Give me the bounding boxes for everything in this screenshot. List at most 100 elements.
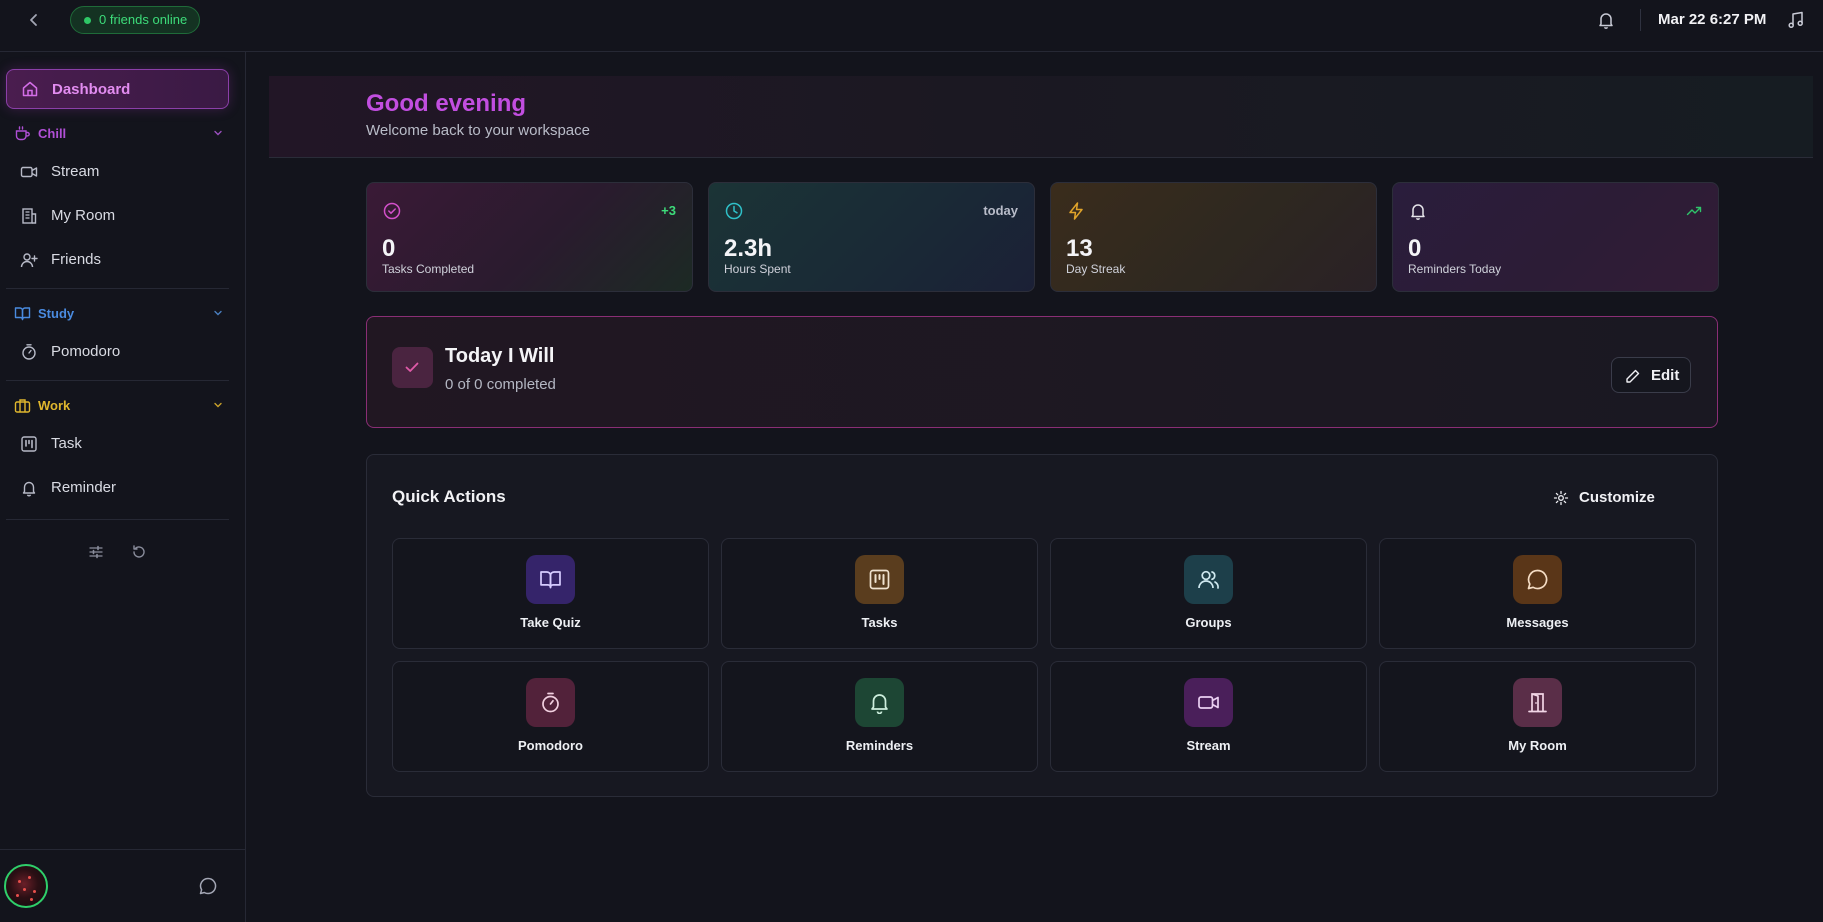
today-title: Today I Will	[445, 345, 555, 367]
stat-caption: Day Streak	[1066, 262, 1126, 276]
greeting-banner: Good evening Welcome back to your worksp…	[269, 76, 1813, 158]
music-note-icon[interactable]	[1786, 10, 1806, 30]
timer-icon	[526, 678, 575, 727]
today-i-will-card: Today I Will 0 of 0 completed Edit	[366, 316, 1718, 428]
section-header-chill[interactable]: Chill	[14, 124, 224, 144]
stat-card-hours-spent[interactable]: today 2.3h Hours Spent	[708, 182, 1035, 292]
book-open-icon	[14, 305, 31, 322]
video-icon	[20, 163, 38, 181]
kanban-icon	[20, 435, 38, 453]
date-time-display: Mar 22 6:27 PM	[1658, 11, 1767, 28]
sidebar-divider	[6, 380, 229, 381]
sidebar-divider	[6, 519, 229, 520]
sidebar-divider	[0, 849, 246, 850]
section-label: Chill	[38, 126, 67, 141]
sidebar-item-stream[interactable]: Stream	[6, 153, 229, 191]
quick-action-take-quiz[interactable]: Take Quiz	[392, 538, 709, 649]
edit-button[interactable]: Edit	[1611, 357, 1691, 393]
check-icon	[392, 347, 433, 388]
stat-caption: Tasks Completed	[382, 262, 475, 276]
sidebar-divider	[6, 288, 229, 289]
chevron-down-icon	[212, 307, 224, 319]
sidebar-item-reminder[interactable]: Reminder	[6, 469, 229, 507]
quick-action-pomodoro[interactable]: Pomodoro	[392, 661, 709, 772]
sidebar-item-task[interactable]: Task	[6, 425, 229, 463]
sidebar-item-label: Friends	[51, 251, 102, 268]
bell-icon	[1408, 201, 1428, 221]
bell-icon	[20, 479, 38, 497]
book-open-icon	[526, 555, 575, 604]
sliders-icon[interactable]	[88, 544, 104, 560]
video-icon	[1184, 678, 1233, 727]
quick-actions-title: Quick Actions	[392, 487, 506, 506]
customize-button-label: Customize	[1579, 489, 1655, 506]
section-label: Work	[38, 398, 71, 413]
chevron-down-icon	[212, 399, 224, 411]
section-header-work[interactable]: Work	[14, 396, 224, 416]
avatar[interactable]	[4, 864, 48, 908]
quick-action-label: Messages	[1506, 615, 1569, 630]
friends-online-label: 0 friends online	[99, 12, 188, 27]
quick-action-stream[interactable]: Stream	[1050, 661, 1367, 772]
stat-badge: +3	[661, 203, 676, 218]
sidebar-item-label: Dashboard	[52, 81, 131, 98]
quick-action-label: Take Quiz	[520, 615, 581, 630]
quick-action-messages[interactable]: Messages	[1379, 538, 1696, 649]
quick-action-groups[interactable]: Groups	[1050, 538, 1367, 649]
chat-icon	[1513, 555, 1562, 604]
notifications-bell-icon[interactable]	[1596, 10, 1616, 30]
quick-action-label: Reminders	[845, 738, 914, 753]
door-icon	[1513, 678, 1562, 727]
section-label: Study	[38, 306, 75, 321]
back-arrow-icon[interactable]	[24, 10, 44, 30]
quick-action-label: Tasks	[861, 615, 898, 630]
section-header-study[interactable]: Study	[14, 304, 224, 324]
customize-button[interactable]: Customize	[1553, 487, 1685, 511]
sidebar-item-label: My Room	[51, 207, 116, 224]
stat-card-day-streak[interactable]: 13 Day Streak	[1050, 182, 1377, 292]
sidebar: Dashboard Chill Stream My Room Friends S…	[0, 52, 246, 922]
stat-caption: Hours Spent	[724, 262, 791, 276]
topbar-divider	[1640, 9, 1641, 31]
stat-value: 13	[1066, 235, 1093, 262]
check-circle-icon	[382, 201, 402, 221]
quick-action-tasks[interactable]: Tasks	[721, 538, 1038, 649]
stat-card-reminders-today[interactable]: 0 Reminders Today	[1392, 182, 1719, 292]
sidebar-item-pomodoro[interactable]: Pomodoro	[6, 333, 229, 371]
chat-bubble-icon[interactable]	[198, 876, 218, 896]
stat-value: 0	[382, 235, 396, 262]
quick-action-reminders[interactable]: Reminders	[721, 661, 1038, 772]
greeting-subtitle: Welcome back to your workspace	[366, 122, 590, 139]
top-bar: 0 friends online Mar 22 6:27 PM	[0, 0, 1823, 52]
sidebar-item-friends[interactable]: Friends	[6, 241, 229, 279]
sidebar-item-label: Stream	[51, 163, 100, 180]
stat-caption: Reminders Today	[1408, 262, 1502, 276]
bell-icon	[855, 678, 904, 727]
home-icon	[21, 80, 39, 98]
sidebar-item-label: Pomodoro	[51, 343, 121, 360]
quick-action-my-room[interactable]: My Room	[1379, 661, 1696, 772]
sidebar-item-label: Reminder	[51, 479, 117, 496]
quick-action-label: Pomodoro	[518, 738, 583, 753]
quick-actions-panel: Quick Actions Customize Take Quiz Tasks …	[366, 454, 1718, 797]
users-icon	[1184, 555, 1233, 604]
building-icon	[20, 207, 38, 225]
chevron-down-icon	[212, 127, 224, 139]
quick-action-label: Stream	[1186, 738, 1231, 753]
lightning-icon	[1066, 201, 1086, 221]
coffee-cup-icon	[14, 125, 31, 142]
stat-value: 2.3h	[724, 235, 773, 262]
stat-badge: today	[983, 203, 1018, 218]
sidebar-item-my-room[interactable]: My Room	[6, 197, 229, 235]
friends-online-badge[interactable]: 0 friends online	[70, 6, 201, 34]
clock-icon	[724, 201, 744, 221]
quick-action-label: Groups	[1185, 615, 1232, 630]
quick-action-label: My Room	[1508, 738, 1567, 753]
reset-icon[interactable]	[131, 544, 147, 560]
briefcase-icon	[14, 397, 31, 414]
greeting-title: Good evening	[366, 90, 527, 117]
kanban-icon	[855, 555, 904, 604]
stat-card-tasks-completed[interactable]: +3 0 Tasks Completed	[366, 182, 693, 292]
online-status-dot	[84, 17, 91, 24]
sidebar-item-dashboard[interactable]: Dashboard	[6, 69, 229, 109]
